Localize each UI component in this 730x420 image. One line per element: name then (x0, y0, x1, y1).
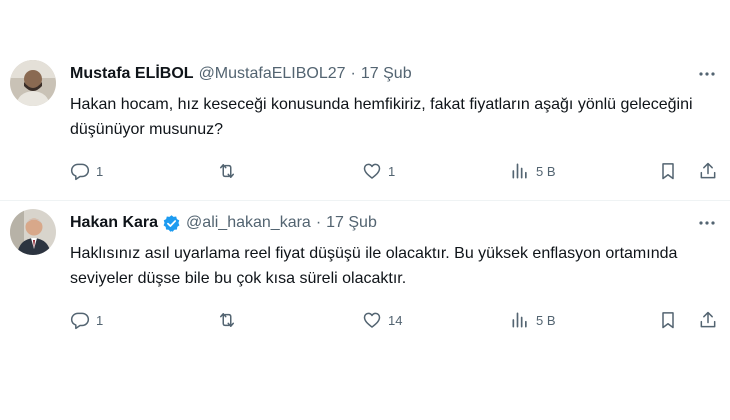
retweet-button[interactable] (216, 157, 244, 185)
retweet-icon (216, 310, 238, 330)
share-button[interactable] (698, 157, 718, 185)
share-icon (698, 310, 718, 330)
like-button[interactable]: 1 (362, 157, 395, 185)
tweet-actions: 1 1 5 B (70, 157, 720, 185)
views-icon (510, 310, 530, 330)
separator: · (315, 214, 322, 231)
retweet-icon (216, 161, 238, 181)
avatar[interactable] (10, 60, 56, 106)
bookmark-icon (658, 161, 678, 181)
view-count: 5 B (536, 312, 556, 328)
retweet-button[interactable] (216, 306, 244, 334)
bookmark-button[interactable] (658, 157, 678, 185)
views-button[interactable]: 5 B (510, 306, 556, 334)
avatar[interactable] (10, 209, 56, 255)
verified-badge-icon (162, 214, 181, 233)
separator: · (350, 65, 356, 82)
like-icon (362, 161, 382, 181)
tweet-hakan-kara[interactable]: Hakan Kara @ali_hakan_kara · 17 Şub Hakl… (0, 200, 730, 350)
views-button[interactable]: 5 B (510, 157, 556, 185)
author-handle[interactable]: @ali_hakan_kara (186, 214, 311, 232)
reply-icon (70, 161, 90, 181)
view-count: 5 B (536, 163, 556, 179)
author-handle[interactable]: @MustafaELIBOL27 (199, 65, 346, 83)
bookmark-button[interactable] (658, 306, 678, 334)
tweet-actions: 1 14 5 B (70, 306, 720, 334)
like-count: 1 (388, 163, 396, 179)
tweet-text: Hakan hocam, hız keseceği konusunda hemf… (70, 96, 693, 138)
tweet-text: Haklısınız asıl uyarlama reel fiyat düşü… (70, 245, 678, 287)
share-icon (698, 161, 718, 181)
like-button[interactable]: 14 (362, 306, 402, 334)
reply-count: 1 (96, 163, 104, 179)
tweet-mustafa-elibol[interactable]: Mustafa ELİBOL @MustafaELIBOL27 · 17 Şub… (0, 55, 730, 200)
reply-count: 1 (96, 312, 104, 328)
timestamp[interactable]: 17 Şub (361, 65, 412, 83)
like-icon (362, 310, 382, 330)
more-options-icon[interactable] (696, 212, 718, 234)
more-options-icon[interactable] (696, 63, 718, 85)
tweet-header: Mustafa ELİBOL @MustafaELIBOL27 · 17 Şub (70, 63, 412, 85)
reply-icon (70, 310, 90, 330)
like-count: 14 (388, 312, 403, 328)
bookmark-icon (658, 310, 678, 330)
timestamp[interactable]: 17 Şub (326, 214, 377, 232)
share-button[interactable] (698, 306, 718, 334)
author-name[interactable]: Mustafa ELİBOL (70, 65, 194, 83)
tweet-header: Hakan Kara @ali_hakan_kara · 17 Şub (70, 212, 377, 234)
reply-button[interactable]: 1 (70, 157, 103, 185)
reply-button[interactable]: 1 (70, 306, 103, 334)
author-name[interactable]: Hakan Kara (70, 214, 158, 232)
views-icon (510, 161, 530, 181)
